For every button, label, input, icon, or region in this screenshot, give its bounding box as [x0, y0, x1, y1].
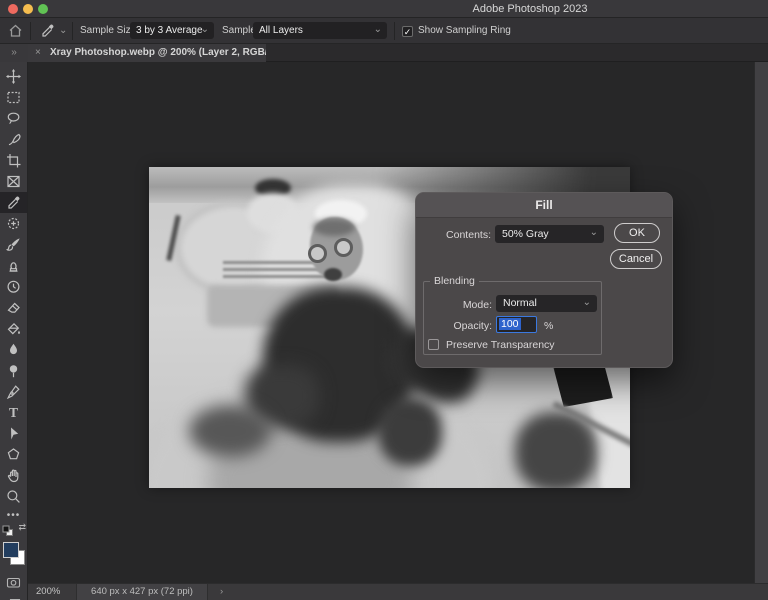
- blending-label: Blending: [430, 275, 479, 287]
- tab-close-icon[interactable]: ×: [35, 44, 41, 62]
- quick-mask-icon[interactable]: [6, 575, 21, 595]
- object-selection-tool[interactable]: [0, 129, 27, 150]
- ok-button[interactable]: OK: [614, 223, 660, 243]
- window-minimize-button[interactable]: [23, 4, 33, 14]
- dialog-title: Fill: [416, 193, 672, 218]
- opacity-value-selected: 100: [499, 318, 521, 330]
- photoshop-window: Adobe Photoshop 2023 ⌄ Sample Size: 3 by…: [0, 0, 768, 600]
- divider: [72, 22, 73, 40]
- tool-preset-chevron-icon[interactable]: ⌄: [59, 18, 67, 44]
- opacity-unit-label: %: [544, 320, 554, 332]
- default-colors-icon[interactable]: [2, 525, 14, 537]
- shape-tool[interactable]: [0, 444, 27, 465]
- type-tool[interactable]: T: [0, 402, 27, 423]
- healing-brush-tool[interactable]: [0, 213, 27, 234]
- zoom-tool[interactable]: [0, 486, 27, 507]
- home-icon[interactable]: [8, 23, 23, 43]
- window-title: Adobe Photoshop 2023: [472, 3, 588, 15]
- status-chevron-icon[interactable]: ›: [220, 584, 223, 600]
- tools-stack: T: [0, 66, 27, 507]
- eraser-tool[interactable]: [0, 297, 27, 318]
- vertical-scrollbar[interactable]: [754, 62, 768, 583]
- paint-bucket-tool[interactable]: [0, 318, 27, 339]
- eyedropper-icon[interactable]: [40, 23, 55, 43]
- pen-tool[interactable]: [0, 381, 27, 402]
- chevron-down-icon: ⌄: [200, 24, 209, 35]
- blending-group: Blending Mode: Normal ⌄ Opacity: 100 % P…: [423, 275, 602, 355]
- brush-tool[interactable]: [0, 234, 27, 255]
- mode-dropdown[interactable]: Normal ⌄: [496, 295, 597, 312]
- crop-tool[interactable]: [0, 150, 27, 171]
- document-tab-bar: » × Xray Photoshop.webp @ 200% (Layer 2,…: [0, 44, 768, 62]
- blur-tool[interactable]: [0, 339, 27, 360]
- document-dimensions: 640 px x 427 px (72 ppi): [76, 584, 208, 600]
- toolbar-collapse-icon[interactable]: »: [0, 44, 28, 62]
- path-selection-tool[interactable]: [0, 423, 27, 444]
- status-bar: 200% 640 px x 427 px (72 ppi) ›: [28, 583, 768, 600]
- preserve-transparency-label: Preserve Transparency: [446, 339, 555, 351]
- cancel-button[interactable]: Cancel: [610, 249, 662, 269]
- divider: [30, 22, 31, 40]
- fill-dialog: Fill Contents: 50% Gray ⌄ OK Cancel Blen…: [415, 192, 673, 368]
- sample-dropdown[interactable]: All Layers ⌄: [253, 22, 387, 39]
- options-bar: ⌄ Sample Size: 3 by 3 Average ⌄ Sample: …: [0, 18, 768, 44]
- window-zoom-button[interactable]: [38, 4, 48, 14]
- foreground-color-swatch[interactable]: [3, 542, 19, 558]
- clone-stamp-tool[interactable]: [0, 255, 27, 276]
- window-close-button[interactable]: [8, 4, 18, 14]
- divider: [394, 22, 395, 40]
- show-sampling-ring-label: Show Sampling Ring: [418, 25, 511, 36]
- contents-label: Contents:: [446, 229, 491, 241]
- title-bar: Adobe Photoshop 2023: [0, 0, 768, 18]
- chevron-down-icon: ⌄: [582, 297, 591, 308]
- tools-panel: T ••• ⇄: [0, 62, 28, 600]
- contents-dropdown[interactable]: 50% Gray ⌄: [495, 225, 604, 243]
- opacity-input[interactable]: 100: [496, 316, 537, 333]
- canvas-art: [334, 238, 353, 257]
- mode-label: Mode:: [462, 299, 492, 311]
- slice-tool[interactable]: [0, 171, 27, 192]
- document-tab[interactable]: × Xray Photoshop.webp @ 200% (Layer 2, R…: [28, 44, 266, 62]
- canvas-art: [324, 268, 342, 281]
- opacity-label: Opacity:: [453, 320, 492, 332]
- preserve-transparency-checkbox[interactable]: [428, 339, 439, 350]
- canvas-art: [313, 219, 355, 236]
- eyedropper-tool[interactable]: [0, 192, 27, 213]
- history-brush-tool[interactable]: [0, 276, 27, 297]
- canvas-art: [308, 244, 327, 263]
- sample-size-dropdown[interactable]: 3 by 3 Average ⌄: [130, 22, 214, 39]
- chevron-down-icon: ⌄: [373, 24, 382, 35]
- canvas-art: [378, 398, 442, 466]
- zoom-level-input[interactable]: 200%: [36, 584, 60, 600]
- hand-tool[interactable]: [0, 465, 27, 486]
- swap-colors-icon[interactable]: ⇄: [18, 522, 26, 533]
- default-colors-row: ⇄: [2, 522, 26, 538]
- marquee-tool[interactable]: [0, 87, 27, 108]
- dodge-tool[interactable]: [0, 360, 27, 381]
- svg-text:T: T: [9, 405, 18, 420]
- move-tool[interactable]: [0, 66, 27, 87]
- lasso-tool[interactable]: [0, 108, 27, 129]
- chevron-down-icon: ⌄: [589, 227, 598, 238]
- edit-toolbar-icon[interactable]: •••: [0, 510, 27, 521]
- tab-title: Xray Photoshop.webp @ 200% (Layer 2, RGB…: [50, 47, 266, 58]
- canvas-art: [189, 405, 271, 457]
- show-sampling-ring-checkbox[interactable]: ✓: [402, 26, 413, 37]
